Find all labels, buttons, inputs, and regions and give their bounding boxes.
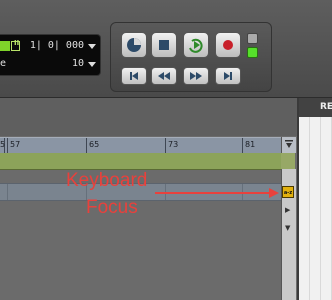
go-to-end-button[interactable] [215,67,241,85]
keyboard-focus-button[interactable]: a-z [282,186,294,198]
fast-forward-button[interactable] [183,67,209,85]
play-button[interactable] [183,32,209,58]
chip-label: II [14,39,20,47]
marker-ruler-band[interactable] [0,153,281,170]
marker-ruler-band-end [281,153,295,169]
annotation-focus: Focus [86,197,138,218]
arrow-down-icon[interactable]: ▼ [285,224,290,232]
regions-list-body[interactable] [299,117,332,300]
stop-icon [159,40,169,50]
grid-line [7,184,8,200]
sub-counter-label: e [0,58,7,69]
edit-window-toolbar [0,98,297,136]
online-button[interactable] [121,32,147,58]
status-led-green[interactable] [247,47,258,58]
sub-counter-dropdown-icon[interactable] [88,62,96,67]
regions-list-title: RE [320,102,332,112]
ruler-tick [165,138,166,154]
ruler-tick [242,138,243,154]
record-icon [223,40,233,50]
online-status-chip [0,41,10,51]
return-to-zero-button[interactable] [121,67,147,85]
rewind-button[interactable] [151,67,177,85]
ruler-tick [86,138,87,154]
main-counter-dropdown-icon[interactable] [88,44,96,49]
go-to-end-icon [224,72,232,80]
arrow-down-bar-icon [285,140,293,148]
sub-counter-value[interactable]: 10 [72,58,84,69]
arrow-right-icon[interactable]: ▶ [285,206,290,214]
online-icon [127,38,141,52]
status-led-grey[interactable] [247,33,258,44]
ruler-label-81: 81 [245,140,256,149]
ruler-menu-button[interactable] [281,137,296,153]
rewind-icon [158,72,170,80]
record-button[interactable] [215,32,241,58]
return-to-zero-icon [130,72,138,80]
ruler-label-73: 73 [168,140,179,149]
annotation-keyboard: Keyboard [66,170,148,191]
ruler-label-partial: 5 [0,140,6,149]
ruler-tick [7,138,8,154]
fast-forward-icon [190,72,202,80]
main-counter-value[interactable]: 1| 0| 000 [30,40,84,51]
annotation-arrow-icon [155,188,279,198]
loop-play-icon [189,38,203,53]
ruler-label-57: 57 [10,140,21,149]
ruler-label-65: 65 [89,140,100,149]
stop-button[interactable] [151,32,177,58]
